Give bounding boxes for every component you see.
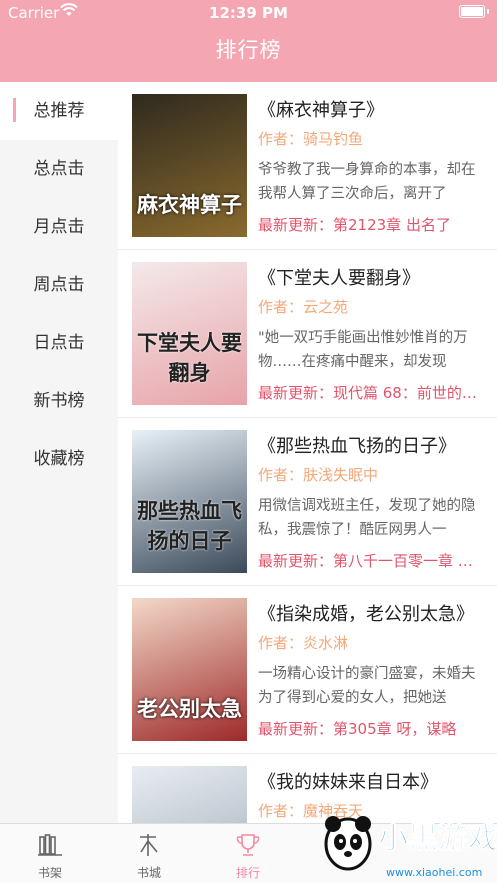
cover-title-text: 老公别太急 [137, 696, 242, 721]
book-description: 爷爷教了我一身算命的本事，却在我帮人算了三次命后，离开了 [258, 162, 476, 202]
sidebar-item-daily-clicks[interactable]: 日点击 [0, 314, 118, 372]
tab-label: 书城 [136, 866, 161, 880]
book-title[interactable]: 《那些热血飞扬的日子》 [258, 432, 488, 458]
sidebar-item-total-recommend[interactable]: 总推荐 [0, 82, 118, 140]
latest-chapter[interactable]: 最新更新：第八千一百零一章 结局 [258, 550, 486, 571]
watermark-logo: 小黑游戏 www.xiaohei.com [324, 816, 497, 879]
book-description: 用微信调戏班主任，发现了她的隐私，我震惊了！酷匠网男人一 [258, 498, 476, 538]
book-list-item[interactable]: 那些热血飞扬的日子 《那些热血飞扬的日子》 作者：肤浅失眠中 用微信调戏班主任，… [118, 418, 497, 586]
latest-chapter[interactable]: 最新更新：现代篇 68：前世的恩怨 [258, 382, 486, 403]
book-cover[interactable]: 老公别太急 [132, 598, 247, 741]
book-author: 作者：炎水淋 [258, 634, 349, 652]
sidebar-item-weekly-clicks[interactable]: 周点击 [0, 256, 118, 314]
sidebar-item-favorites[interactable]: 收藏榜 [0, 430, 118, 488]
tab-label: 书架 [37, 866, 62, 880]
tab-bookstore[interactable]: 书城 [99, 824, 199, 884]
book-cover[interactable]: 那些热血飞扬的日子 [132, 430, 247, 573]
tab-ranking[interactable]: 排行 [198, 824, 298, 884]
book-title[interactable]: 《指染成婚，老公别太急》 [258, 600, 488, 626]
book-cover[interactable]: 下堂夫人要翻身 [132, 262, 247, 405]
book-author: 作者：云之苑 [258, 298, 349, 316]
tab-label: 排行 [235, 866, 260, 880]
sidebar-item-total-clicks[interactable]: 总点击 [0, 140, 118, 198]
svg-text:小黑游戏: 小黑游戏 [378, 821, 497, 856]
page-title: 排行榜 [215, 38, 282, 62]
book-list-item[interactable]: 下堂夫人要翻身 《下堂夫人要翻身》 作者：云之苑 "她一双巧手能画出惟妙惟肖的万… [118, 250, 497, 418]
book-author: 作者：肤浅失眠中 [258, 466, 379, 484]
status-bar: Carrier 12:39 PM [0, 0, 497, 26]
ranking-sidebar: 总推荐 总点击 月点击 周点击 日点击 新书榜 收藏榜 [0, 82, 118, 823]
book-list-item[interactable]: 麻衣神算子 《麻衣神算子》 作者：骑马钓鱼 爷爷教了我一身算命的本事，却在我帮人… [118, 82, 497, 250]
book-title[interactable]: 《我的妹妹来自日本》 [258, 768, 488, 794]
bookstore-icon [140, 834, 158, 856]
book-title[interactable]: 《下堂夫人要翻身》 [258, 264, 488, 290]
book-list: 麻衣神算子 《麻衣神算子》 作者：骑马钓鱼 爷爷教了我一身算命的本事，却在我帮人… [118, 82, 497, 823]
battery-icon [459, 5, 489, 18]
book-cover[interactable]: 麻衣神算子 [132, 94, 247, 237]
book-description: 一场精心设计的豪门盛宴，未婚夫为了得到心爱的女人，把她送 [258, 666, 476, 706]
book-author: 作者：骑马钓鱼 [258, 130, 364, 148]
clock: 12:39 PM [209, 4, 288, 22]
tab-bookshelf[interactable]: 书架 [0, 824, 100, 884]
header: Carrier 12:39 PM 排行榜 [0, 0, 497, 82]
latest-chapter[interactable]: 最新更新：第2123章 出名了 [258, 214, 486, 235]
latest-chapter[interactable]: 最新更新：第305章 呀，谋略 [258, 718, 486, 739]
cover-title-text: 麻衣神算子 [137, 192, 242, 217]
cover-title-text: 下堂夫人要翻身 [137, 330, 242, 385]
book-cover[interactable]: 我的 [132, 766, 247, 823]
trophy-icon [236, 834, 260, 856]
bookshelf-icon [38, 834, 62, 856]
svg-text:www.xiaohei.com: www.xiaohei.com [386, 866, 482, 879]
book-title[interactable]: 《麻衣神算子》 [258, 96, 488, 122]
book-list-item[interactable]: 老公别太急 《指染成婚，老公别太急》 作者：炎水淋 一场精心设计的豪门盛宴，未婚… [118, 586, 497, 754]
book-description: "她一双巧手能画出惟妙惟肖的万物……在疼痛中醒来，却发现 [258, 330, 468, 370]
cover-title-text: 那些热血飞扬的日子 [137, 498, 242, 553]
sidebar-item-new-books[interactable]: 新书榜 [0, 372, 118, 430]
sidebar-item-monthly-clicks[interactable]: 月点击 [0, 198, 118, 256]
